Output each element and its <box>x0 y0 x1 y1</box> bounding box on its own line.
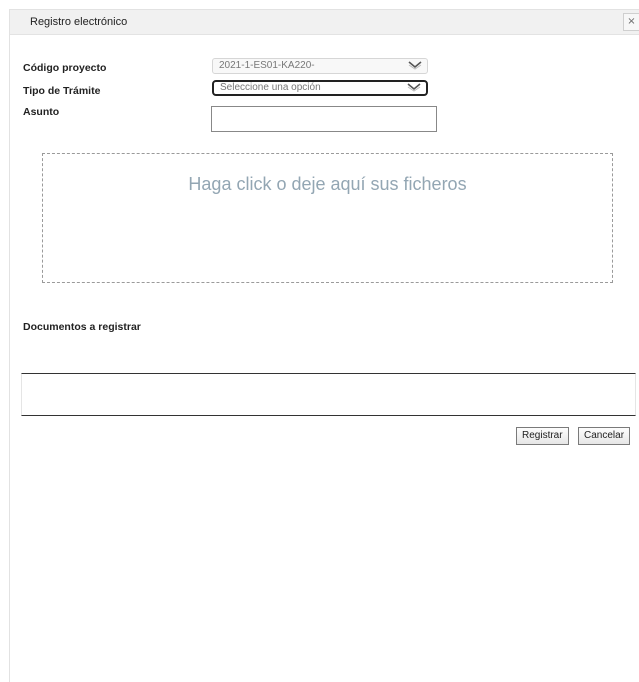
chevron-down-icon <box>407 83 421 92</box>
tipo-tramite-value: Seleccione una opción <box>220 82 321 93</box>
codigo-proyecto-value: 2021-1-ES01-KA220- <box>219 60 315 71</box>
dialog-title: Registro electrónico <box>30 16 128 28</box>
file-dropzone[interactable]: Haga click o deje aquí sus ficheros <box>42 153 613 283</box>
documentos-heading: Documentos a registrar <box>23 321 141 333</box>
codigo-proyecto-select[interactable]: 2021-1-ES01-KA220- <box>212 58 428 74</box>
documents-table <box>21 373 636 416</box>
codigo-proyecto-label: Código proyecto <box>23 62 107 74</box>
chevron-down-icon <box>408 61 422 70</box>
registrar-button[interactable]: Registrar <box>516 427 569 445</box>
registro-dialog: Registro electrónico × Código proyecto 2… <box>9 9 639 682</box>
cancelar-button[interactable]: Cancelar <box>578 427 631 445</box>
asunto-input[interactable] <box>211 106 437 132</box>
close-button[interactable]: × <box>623 13 639 31</box>
tipo-tramite-label: Tipo de Trámite <box>23 85 101 97</box>
tipo-tramite-select[interactable]: Seleccione una opción <box>212 80 428 96</box>
close-icon: × <box>627 16 636 27</box>
dialog-titlebar: Registro electrónico × <box>10 10 639 35</box>
dropzone-text: Haga click o deje aquí sus ficheros <box>188 174 467 194</box>
asunto-label: Asunto <box>23 106 60 118</box>
